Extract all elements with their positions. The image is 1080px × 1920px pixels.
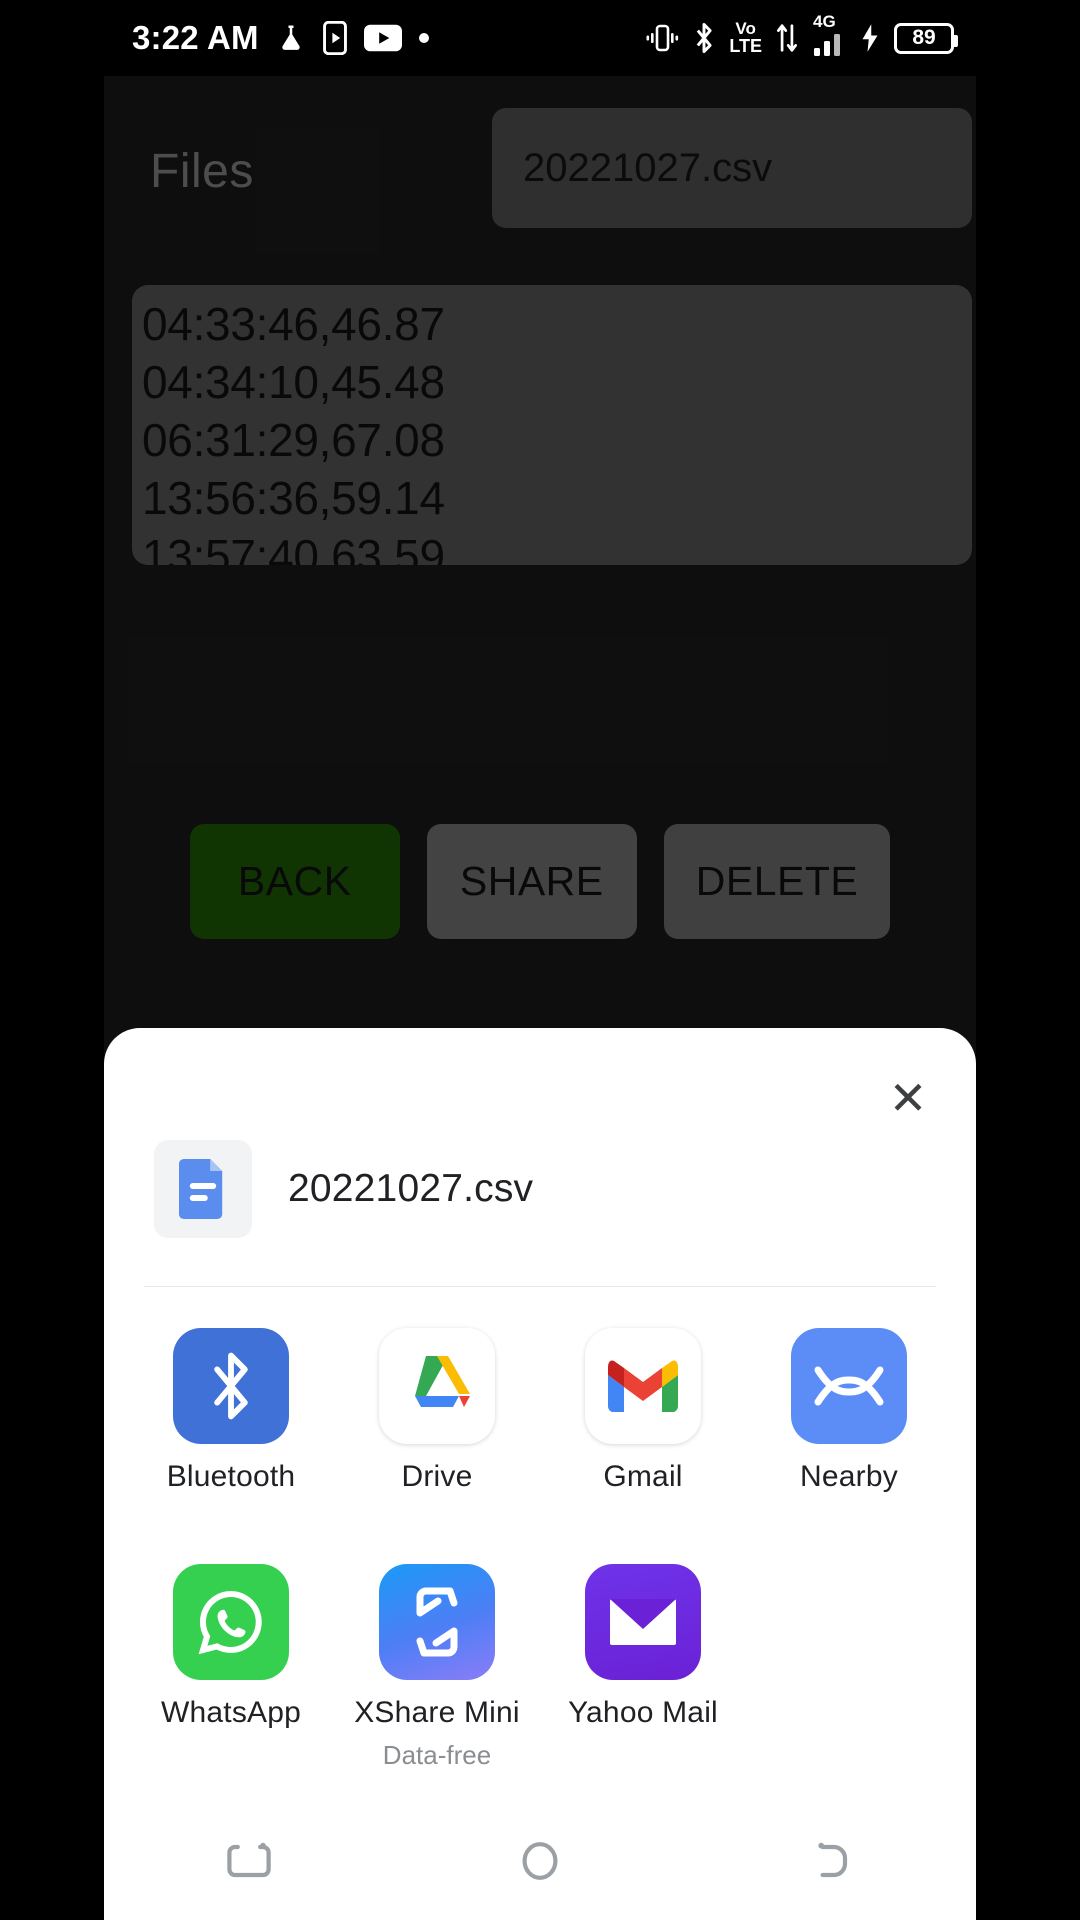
share-sheet: ✕ 20221027.csv Bluetooth Drive Gmail Nea… [104,1028,976,1920]
google-drive-icon [379,1328,495,1444]
share-target-label: WhatsApp [161,1696,301,1729]
dot-icon [418,33,429,43]
share-target-subtitle: Data-free [382,1740,492,1770]
csv-row: 06:31:29,67.08 [142,414,445,466]
page-title: Files [150,145,254,198]
status-bar-right: Vo LTE 4G 89 [645,12,958,58]
share-target-empty [746,1564,952,1774]
csv-row: 04:34:10,45.48 [142,356,445,408]
back-button[interactable]: BACK [189,824,400,939]
document-icon [154,1140,252,1238]
nearby-share-icon [791,1328,907,1444]
xshare-icon [379,1564,495,1680]
recents-icon[interactable] [189,1821,309,1901]
flask-icon [276,21,306,55]
share-target-label: Gmail [603,1460,683,1493]
vibrate-icon [645,23,679,53]
sheet-divider [144,1286,936,1287]
battery-indicator: 89 [894,22,958,54]
share-target-label: Nearby [800,1460,898,1493]
status-bar: 3:22 AM Vo LTE 4G 89 [104,0,976,76]
volte-icon: Vo LTE [729,19,762,56]
share-target-bluetooth[interactable]: Bluetooth [128,1328,334,1538]
bluetooth-icon [173,1328,289,1444]
share-target-grid: Bluetooth Drive Gmail Nearby WhatsApp XS… [104,1328,976,1774]
whatsapp-icon [173,1564,289,1680]
share-target-label: XShare Mini [354,1696,520,1729]
share-target-label: Drive [401,1460,473,1493]
csv-row: 04:33:46,46.87 [142,298,445,350]
yahoo-mail-icon [585,1564,701,1680]
navigation-bar [104,1802,976,1920]
back-icon[interactable] [771,1821,891,1901]
csv-row: 13:56:36,59.14 [142,472,445,524]
action-button-row: BACK SHARE DELETE [104,824,976,939]
share-target-drive[interactable]: Drive [334,1328,540,1538]
share-target-row: Bluetooth Drive Gmail Nearby [104,1328,976,1538]
home-icon[interactable] [480,1821,600,1901]
status-bar-clock: 3:22 AM [132,19,259,56]
gmail-icon [585,1328,701,1444]
filename-chip[interactable]: 20221027.csv [492,108,972,228]
shared-file-name: 20221027.csv [288,1167,534,1210]
signal-4g-icon: 4G [812,12,846,58]
share-target-nearby[interactable]: Nearby [746,1328,952,1538]
device-play-icon [322,21,347,55]
share-target-xshare[interactable]: XShare Mini Data-free [334,1564,540,1774]
share-button[interactable]: SHARE [426,824,637,939]
csv-row: 13:57:40,63.59 [142,530,445,565]
share-target-yahoo-mail[interactable]: Yahoo Mail [540,1564,746,1774]
share-target-label: Yahoo Mail [568,1696,718,1729]
phone-screen: 3:22 AM Vo LTE 4G 89 Files 20221027.csv … [0,0,1080,1920]
app-header: Files 20221027.csv [104,76,976,256]
csv-preview-panel[interactable]: 04:33:46,46.87 04:34:10,45.48 06:31:29,6… [132,285,972,565]
share-target-gmail[interactable]: Gmail [540,1328,746,1538]
close-icon[interactable]: ✕ [880,1070,936,1126]
shared-file-row: 20221027.csv [154,1140,533,1238]
delete-button[interactable]: DELETE [663,824,891,939]
share-target-label: Bluetooth [166,1460,296,1493]
share-target-whatsapp[interactable]: WhatsApp [128,1564,334,1774]
charging-icon [859,23,881,53]
share-target-row: WhatsApp XShare Mini Data-free Yahoo Mai… [104,1564,976,1774]
youtube-icon [363,24,402,52]
status-bar-left: 3:22 AM [132,19,429,57]
bluetooth-icon [692,22,716,54]
data-transfer-icon [775,22,799,54]
